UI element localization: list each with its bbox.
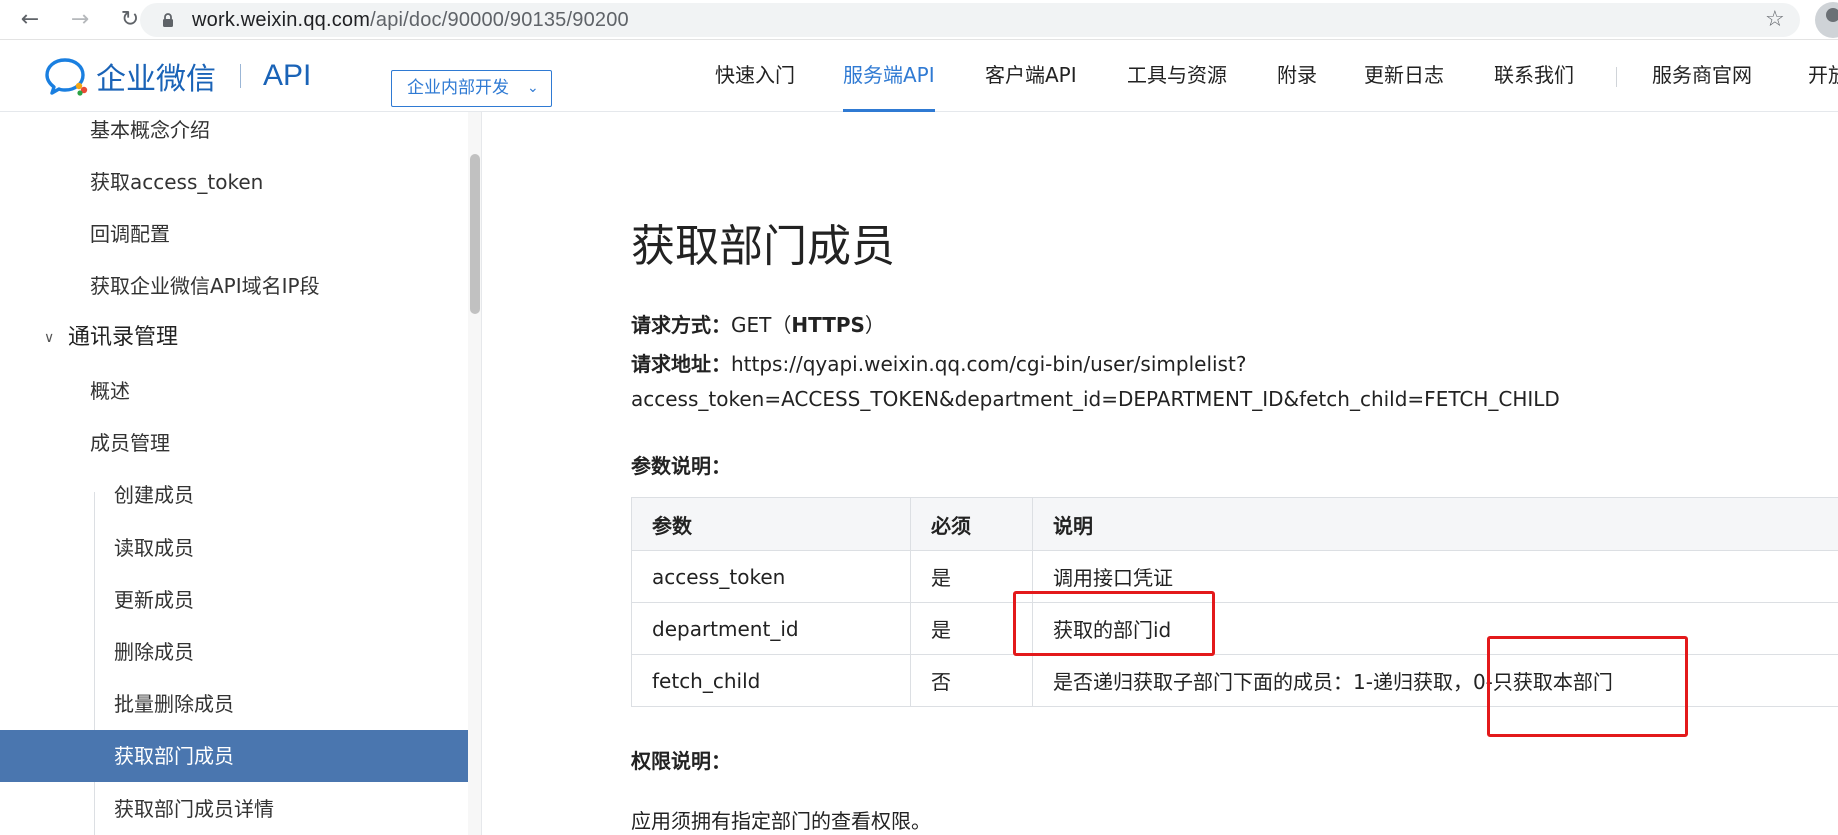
sidebar: 基本概念介绍 获取access_token 回调配置 获取企业微信API域名IP… [0, 112, 482, 835]
request-method: 请求方式：GET（HTTPS） [631, 309, 885, 338]
request-address-label: 请求地址： [631, 352, 731, 376]
param-required: 否 [910, 654, 1033, 707]
sidebar-item-ip-range[interactable]: 获取企业微信API域名IP段 [0, 260, 468, 312]
sidebar-item-dept-members-detail[interactable]: 获取部门成员详情 [0, 783, 468, 835]
nav-client-api[interactable]: 客户端API [985, 40, 1077, 112]
nav-quickstart[interactable]: 快速入门 [715, 40, 795, 112]
params-heading: 参数说明： [631, 454, 731, 478]
sidebar-item-overview[interactable]: 概述 [0, 365, 468, 417]
brand-name: 企业微信 [96, 62, 216, 97]
param-description: 调用接口凭证 [1032, 550, 1838, 603]
site-logo[interactable]: 企业微信 API [44, 56, 312, 97]
col-header-param: 参数 [631, 497, 911, 551]
sidebar-scroll-thumb[interactable] [470, 154, 480, 314]
chevron-down-icon: ∨ [44, 330, 55, 346]
nav-provider-site[interactable]: 服务商官网 [1652, 40, 1752, 112]
table-row: department_id 是 获取的部门id [631, 602, 1838, 655]
permission-text: 应用须拥有指定部门的查看权限。 [631, 809, 931, 833]
forward-arrow-icon[interactable]: → [66, 6, 94, 34]
sidebar-item-label: 通讯录管理 [68, 325, 179, 350]
request-method-close: ） [864, 313, 885, 337]
lock-icon [163, 13, 173, 27]
browser-toolbar: ← → ↻ work.weixin.qq.com/api/doc/90000/9… [0, 0, 1838, 40]
url-text: work.weixin.qq.com/api/doc/90000/90135/9… [192, 9, 629, 31]
nav-changelog[interactable]: 更新日志 [1364, 40, 1444, 112]
request-url-line1[interactable]: https://qyapi.weixin.qq.com/cgi-bin/user… [731, 352, 1246, 376]
param-required: 是 [910, 550, 1033, 603]
dev-scope-dropdown[interactable]: 企业内部开发 ⌄ [391, 70, 552, 107]
sidebar-item-read-member[interactable]: 读取成员 [0, 522, 468, 574]
doc-content: 获取部门成员 请求方式：GET（HTTPS） 请求地址：https://qyap… [483, 112, 1838, 835]
param-name: fetch_child [631, 654, 911, 707]
profile-avatar-icon[interactable] [1815, 2, 1838, 38]
sidebar-item-callback[interactable]: 回调配置 [0, 208, 468, 260]
request-method-value: GET（ [731, 313, 792, 337]
param-required: 是 [910, 602, 1033, 655]
sidebar-item-batch-delete[interactable]: 批量删除成员 [0, 678, 468, 730]
bookmark-star-icon[interactable]: ☆ [1765, 7, 1785, 32]
params-table: 参数 必须 说明 access_token 是 调用接口凭证 departmen… [631, 497, 1838, 707]
sidebar-item-member-mgmt[interactable]: 成员管理 [0, 417, 468, 469]
logo-divider [240, 64, 241, 88]
sidebar-item-delete-member[interactable]: 删除成员 [0, 626, 468, 678]
permission-heading: 权限说明： [631, 749, 731, 773]
sidebar-item-create-member[interactable]: 创建成员 [0, 469, 468, 521]
sidebar-item-dept-members[interactable]: 获取部门成员 [0, 730, 468, 782]
wecom-logo-icon [45, 58, 88, 96]
dev-scope-label: 企业内部开发 [407, 78, 509, 98]
param-description: 是否递归获取子部门下面的成员：1-递归获取，0-只获取本部门 [1032, 654, 1838, 707]
col-header-description: 说明 [1032, 497, 1838, 551]
request-method-label: 请求方式： [631, 313, 731, 337]
nav-server-api[interactable]: 服务端API [843, 40, 935, 112]
address-bar[interactable]: work.weixin.qq.com/api/doc/90000/90135/9… [140, 3, 1800, 37]
nav-open[interactable]: 开放 [1808, 40, 1838, 112]
back-arrow-icon[interactable]: ← [16, 6, 44, 34]
param-description: 获取的部门id [1032, 602, 1838, 655]
sidebar-item-basic-concepts[interactable]: 基本概念介绍 [0, 112, 468, 156]
table-row: fetch_child 否 是否递归获取子部门下面的成员：1-递归获取，0-只获… [631, 654, 1838, 707]
request-url-query[interactable]: access_token=ACCESS_TOKEN&department_id=… [631, 387, 1560, 411]
sidebar-item-contacts[interactable]: ∨ 通讯录管理 [0, 312, 468, 364]
sidebar-item-access-token[interactable]: 获取access_token [0, 156, 468, 208]
param-name: department_id [631, 602, 911, 655]
col-header-required: 必须 [910, 497, 1033, 551]
param-name: access_token [631, 550, 911, 603]
nav-tools[interactable]: 工具与资源 [1127, 40, 1227, 112]
request-address: 请求地址：https://qyapi.weixin.qq.com/cgi-bin… [631, 348, 1246, 377]
request-protocol: HTTPS [791, 313, 865, 337]
nav-divider [1616, 67, 1617, 87]
nav-contact[interactable]: 联系我们 [1494, 40, 1574, 112]
chevron-down-icon: ⌄ [527, 80, 539, 96]
request-url-line2: access_token=ACCESS_TOKEN&department_id=… [631, 387, 1560, 411]
table-header-row: 参数 必须 说明 [631, 497, 1838, 551]
nav-appendix[interactable]: 附录 [1277, 40, 1317, 112]
page-title: 获取部门成员 [631, 221, 895, 272]
sidebar-item-update-member[interactable]: 更新成员 [0, 574, 468, 626]
api-label: API [263, 59, 312, 92]
table-row: access_token 是 调用接口凭证 [631, 550, 1838, 603]
